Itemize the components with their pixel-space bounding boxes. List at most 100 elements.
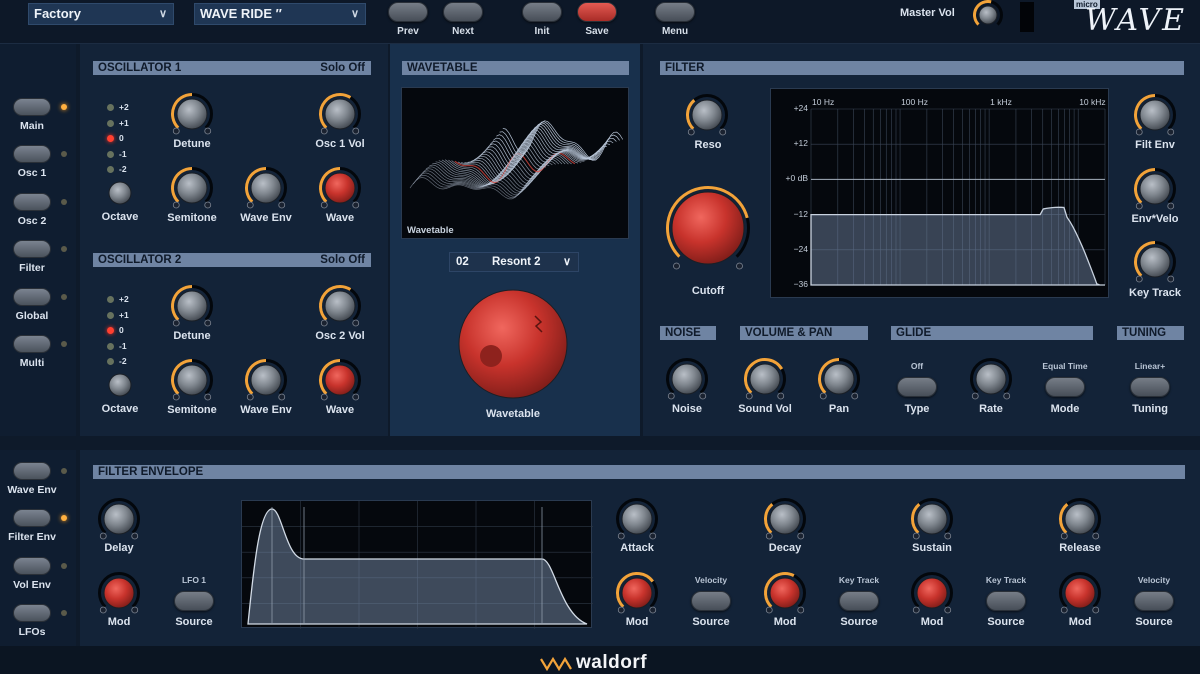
filt-env-knob[interactable] [1134,94,1176,136]
osc1-semitone-knob[interactable] [171,167,213,209]
env-release-source-button[interactable] [1134,591,1174,611]
env-source-value: Key Track [838,575,880,585]
osc2-vol-knob[interactable] [319,285,361,327]
env-lfo-source-value: LFO 1 [181,575,207,585]
next-button[interactable] [443,2,483,22]
env-release-mod-knob[interactable] [1059,572,1101,614]
env-delay-mod-knob[interactable] [98,572,140,614]
preset-value: WAVE RIDE ″ [200,6,282,21]
preset-dropdown[interactable]: WAVE RIDE ″ ∨ [194,3,366,25]
sidebar-label: Main [20,120,44,132]
filter-db-tick: +12 [793,138,808,149]
key-track-label: Key Track [1129,287,1181,299]
osc1-octave-led [107,166,114,173]
sidebar-button-filter-env[interactable] [13,509,51,528]
sidebar-label: Multi [19,357,45,369]
env-release-knob[interactable] [1059,498,1101,540]
envelope-shape-plot [242,501,593,629]
sidebar-label: Osc 1 [17,167,47,180]
env-decay-knob[interactable] [764,498,806,540]
env-velo-knob[interactable] [1134,168,1176,210]
glide-mode-value: Equal Time [1042,361,1088,371]
wavetable-knob-label: Wavetable [485,408,540,420]
tuning-button[interactable] [1130,377,1170,397]
bank-dropdown[interactable]: Factory ∨ [28,3,174,25]
wavetable-screen-label: Wavetable [407,225,454,236]
sidebar-button-filter[interactable] [13,240,51,259]
sidebar-button-multi[interactable] [13,335,51,353]
osc2-wave-knob[interactable] [319,359,361,401]
osc1-octave-knob[interactable] [108,181,132,205]
chevron-down-icon: ∨ [350,8,359,20]
sidebar-button-main[interactable] [13,98,51,116]
pan-knob[interactable] [818,358,860,400]
menu-button[interactable] [655,2,695,22]
osc1-detune-label: Detune [173,138,211,150]
osc2-wave-env-knob[interactable] [245,359,287,401]
env-delay-knob[interactable] [98,498,140,540]
osc2-detune-knob[interactable] [171,285,213,327]
osc1-octave-led [107,104,114,111]
osc1-octave-led [107,135,114,142]
sidebar-button-osc-2[interactable] [13,192,51,211]
env-lfo-source-button[interactable] [174,591,214,611]
sidebar-led [61,293,67,300]
sidebar-button-global[interactable] [13,287,51,306]
sidebar-button-lfos[interactable] [13,604,51,623]
osc2-octave-label: +2 [119,294,129,304]
sidebar-led [61,198,67,205]
osc1-vol-knob[interactable] [319,93,361,135]
sidebar-button-vol-env[interactable] [13,556,51,575]
filter-db-tick: −12 [793,208,808,219]
tuning-value: Linear+ [1134,361,1166,371]
env-sustain-knob[interactable] [911,498,953,540]
sidebar-button-osc-1[interactable] [13,145,51,164]
wavetable-knob[interactable] [458,289,568,399]
filter-db-tick: +24 [793,103,808,113]
env-sustain-mod-knob[interactable] [911,572,953,614]
wavetable-name: Resont 2 [492,256,541,268]
glide-type-value: Off [910,361,924,371]
osc2-octave-knob[interactable] [108,373,132,397]
osc1-wave-env-knob[interactable] [245,167,287,209]
env-sustain-source-button[interactable] [986,591,1026,611]
key-track-knob[interactable] [1134,241,1176,283]
sound-vol-knob[interactable] [744,358,786,400]
glide-type-button[interactable] [897,377,937,397]
tuning-label: Tuning [1132,403,1168,415]
chevron-down-icon: ∨ [562,256,571,268]
glide-mode-button[interactable] [1045,377,1085,397]
filter-freq-tick: 10 Hz [812,97,835,107]
noise-knob[interactable] [666,358,708,400]
osc1-detune-knob[interactable] [171,93,213,135]
osc1-octave-label: 0 [119,133,124,143]
osc1-vol-label: Osc 1 Vol [315,138,365,150]
osc1-octave-led [107,150,114,158]
sidebar-label: Global [15,309,49,322]
save-button[interactable] [577,2,617,22]
prev-label: Prev [397,26,419,37]
init-button[interactable] [522,2,562,22]
env-attack-knob[interactable] [616,498,658,540]
cutoff-knob[interactable] [666,186,750,270]
sidebar-label: Vol Env [13,578,51,591]
env-decay-source-button[interactable] [839,591,879,611]
env-attack-mod-knob[interactable] [616,572,658,614]
init-label: Init [534,26,550,37]
osc2-solo[interactable]: Solo Off [320,253,365,267]
menu-label: Menu [661,26,689,37]
env-decay-mod-knob[interactable] [764,572,806,614]
glide-rate-knob[interactable] [970,358,1012,400]
prev-button[interactable] [388,2,428,22]
pan-label: Pan [828,403,850,415]
sidebar-button-wave-env[interactable] [13,462,51,480]
osc2-semitone-knob[interactable] [171,359,213,401]
master-vol-knob[interactable] [973,0,1003,30]
wavetable-select[interactable]: 02 Resont 2 ∨ [449,252,579,272]
osc1-wave-knob[interactable] [319,167,361,209]
osc1-solo[interactable]: Solo Off [320,61,365,75]
sidebar-led [61,104,67,110]
noise-header: NOISE [660,326,716,340]
reso-knob[interactable] [686,94,728,136]
env-attack-source-button[interactable] [691,591,731,611]
